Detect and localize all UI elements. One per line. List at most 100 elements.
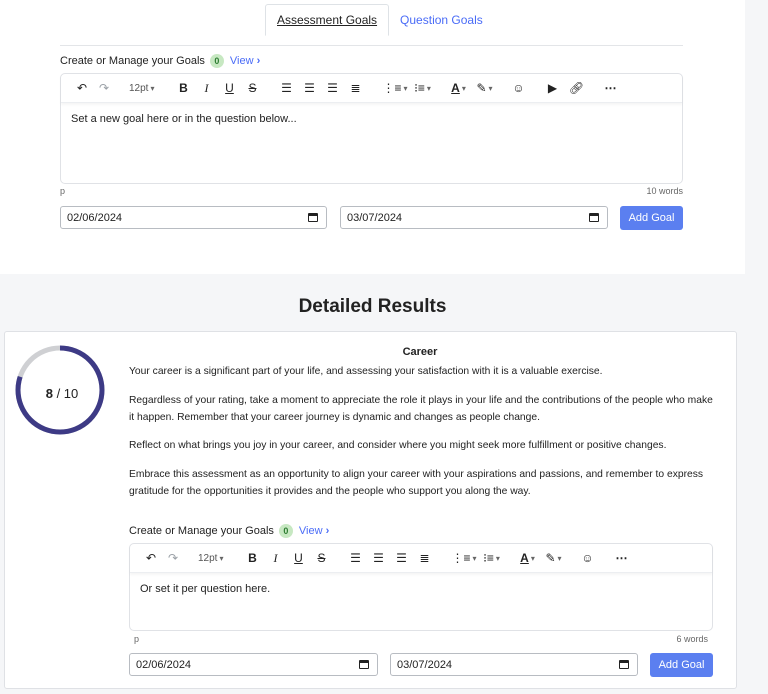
redo-icon[interactable]: ↷ <box>95 78 113 98</box>
more-icon[interactable]: ⋯ <box>613 548 631 568</box>
text-color-icon[interactable]: A ▾ <box>450 78 468 98</box>
editor-content[interactable]: Set a new goal here or in the question b… <box>61 103 682 135</box>
align-justify-icon[interactable]: ≣ <box>346 78 364 98</box>
goals-label: Create or Manage your Goals <box>129 525 274 537</box>
chevron-down-icon: ▾ <box>557 553 562 563</box>
end-date-input[interactable]: 03/07/2024 <box>340 206 608 229</box>
emoji-icon[interactable]: ☺ <box>510 78 528 98</box>
highlight-icon[interactable]: ✎ ▾ <box>545 548 563 568</box>
align-center-icon[interactable]: ☰ <box>300 78 318 98</box>
media-icon[interactable]: ▶ <box>544 78 562 98</box>
tab-assessment-goals[interactable]: Assessment Goals <box>265 4 390 36</box>
editor-statusbar: p 10 words <box>60 186 683 196</box>
add-goal-button[interactable]: Add Goal <box>620 206 683 230</box>
calendar-icon[interactable] <box>359 660 369 669</box>
align-right-icon[interactable]: ☰ <box>392 548 410 568</box>
goal-rich-text-editor: ↶ ↷ 12pt ▾ B I U S ☰ ☰ ☰ ≣ ⋮≡ ▾ ⁝≡ ▾ A ▾ ✎ ▾ … <box>60 73 683 184</box>
align-center-icon[interactable]: ☰ <box>369 548 387 568</box>
undo-icon[interactable]: ↶ <box>142 548 160 568</box>
align-right-icon[interactable]: ☰ <box>323 78 341 98</box>
word-count: 10 words <box>646 186 683 196</box>
italic-icon[interactable]: I <box>266 548 284 568</box>
score-label: 8 / 10 <box>21 386 103 401</box>
goals-label: Create or Manage your Goals <box>60 55 205 67</box>
end-date-value: 03/07/2024 <box>347 211 403 224</box>
chevron-down-icon: ▾ <box>426 83 431 93</box>
font-size-select[interactable]: 12pt ▾ <box>198 548 223 568</box>
align-left-icon[interactable]: ☰ <box>346 548 364 568</box>
result-paragraph: Reflect on what brings you joy in your c… <box>129 440 667 451</box>
tab-question-goals[interactable]: Question Goals <box>389 4 494 36</box>
question-goals-header: Create or Manage your Goals 0 View › <box>129 524 329 538</box>
start-date-input[interactable]: 02/06/2024 <box>129 653 378 676</box>
goals-count-badge: 0 <box>278 524 293 538</box>
assessment-goals-card: Assessment Goals Question Goals Create o… <box>0 0 745 274</box>
tabs-divider <box>60 45 683 46</box>
undo-icon[interactable]: ↶ <box>73 78 91 98</box>
goals-header: Create or Manage your Goals 0 View › <box>60 54 260 68</box>
add-goal-button[interactable]: Add Goal <box>650 653 713 677</box>
chevron-down-icon: ▾ <box>495 553 500 563</box>
score-value: 8 <box>45 386 53 401</box>
font-size-value: 12pt <box>198 552 218 564</box>
highlight-icon[interactable]: ✎ ▾ <box>476 78 494 98</box>
editor-content[interactable]: Or set it per question here. <box>130 573 712 605</box>
chevron-down-icon: ▾ <box>403 83 408 93</box>
font-size-value: 12pt <box>129 82 149 94</box>
calendar-icon[interactable] <box>619 660 629 669</box>
question-goal-editor: ↶ ↷ 12pt ▾ B I U S ☰ ☰ ☰ ≣ ⋮≡ ▾ ⁝≡ ▾ A ▾ ✎ ▾ … <box>129 543 713 631</box>
view-goals-label: View <box>229 55 254 67</box>
strikethrough-icon[interactable]: S <box>312 548 330 568</box>
text-color-icon[interactable]: A ▾ <box>519 548 537 568</box>
calendar-icon[interactable] <box>308 213 318 222</box>
element-path: p <box>134 634 140 644</box>
align-justify-icon[interactable]: ≣ <box>415 548 433 568</box>
italic-icon[interactable]: I <box>197 78 215 98</box>
chevron-down-icon: ▾ <box>530 553 535 563</box>
editor-statusbar: p 6 words <box>134 634 708 644</box>
bold-icon[interactable]: B <box>174 78 192 98</box>
view-goals-label: View <box>298 525 323 537</box>
font-size-select[interactable]: 12pt ▾ <box>129 78 154 98</box>
result-paragraph: Your career is a significant part of you… <box>129 366 603 377</box>
editor-toolbar: ↶ ↷ 12pt ▾ B I U S ☰ ☰ ☰ ≣ ⋮≡ ▾ ⁝≡ ▾ A ▾ ✎ ▾ … <box>61 74 682 103</box>
bold-icon[interactable]: B <box>243 548 261 568</box>
category-title: Career <box>402 346 438 358</box>
chevron-down-icon: ▾ <box>150 83 155 93</box>
start-date-input[interactable]: 02/06/2024 <box>60 206 327 229</box>
view-goals-link[interactable]: View › <box>230 55 260 67</box>
align-left-icon[interactable]: ☰ <box>277 78 295 98</box>
emoji-icon[interactable]: ☺ <box>579 548 597 568</box>
chevron-down-icon: ▾ <box>219 553 224 563</box>
chevron-right-icon: › <box>325 525 330 537</box>
bullet-list-icon[interactable]: ⁝≡ ▾ <box>414 78 432 98</box>
editor-toolbar: ↶ ↷ 12pt ▾ B I U S ☰ ☰ ☰ ≣ ⋮≡ ▾ ⁝≡ ▾ A ▾ ✎ ▾ … <box>130 544 712 573</box>
start-date-value: 02/06/2024 <box>136 658 192 671</box>
calendar-icon[interactable] <box>589 213 599 222</box>
result-paragraph: Regardless of your rating, take a moment… <box>129 395 713 423</box>
element-path: p <box>60 186 66 196</box>
strikethrough-icon[interactable]: S <box>243 78 261 98</box>
word-count: 6 words <box>676 634 708 644</box>
score-max: / 10 <box>52 386 79 401</box>
numbered-list-icon[interactable]: ⋮≡ ▾ <box>382 78 407 98</box>
underline-icon[interactable]: U <box>220 78 238 98</box>
section-title: Detailed Results <box>298 296 447 317</box>
chevron-down-icon: ▾ <box>461 83 466 93</box>
start-date-value: 02/06/2024 <box>67 211 123 224</box>
bullet-list-icon[interactable]: ⁝≡ ▾ <box>483 548 501 568</box>
more-icon[interactable]: ⋯ <box>602 78 620 98</box>
chevron-down-icon: ▾ <box>472 553 477 563</box>
link-icon[interactable]: 🔗︎ <box>568 78 586 98</box>
goals-count-badge: 0 <box>209 54 224 68</box>
end-date-value: 03/07/2024 <box>397 658 453 671</box>
end-date-input[interactable]: 03/07/2024 <box>390 653 638 676</box>
chevron-down-icon: ▾ <box>488 83 493 93</box>
view-goals-link[interactable]: View › <box>299 525 329 537</box>
redo-icon[interactable]: ↷ <box>164 548 182 568</box>
numbered-list-icon[interactable]: ⋮≡ ▾ <box>451 548 476 568</box>
result-paragraph: Embrace this assessment as an opportunit… <box>129 469 704 497</box>
underline-icon[interactable]: U <box>289 548 307 568</box>
chevron-right-icon: › <box>256 55 261 67</box>
goals-tabs: Assessment Goals Question Goals <box>265 4 494 36</box>
